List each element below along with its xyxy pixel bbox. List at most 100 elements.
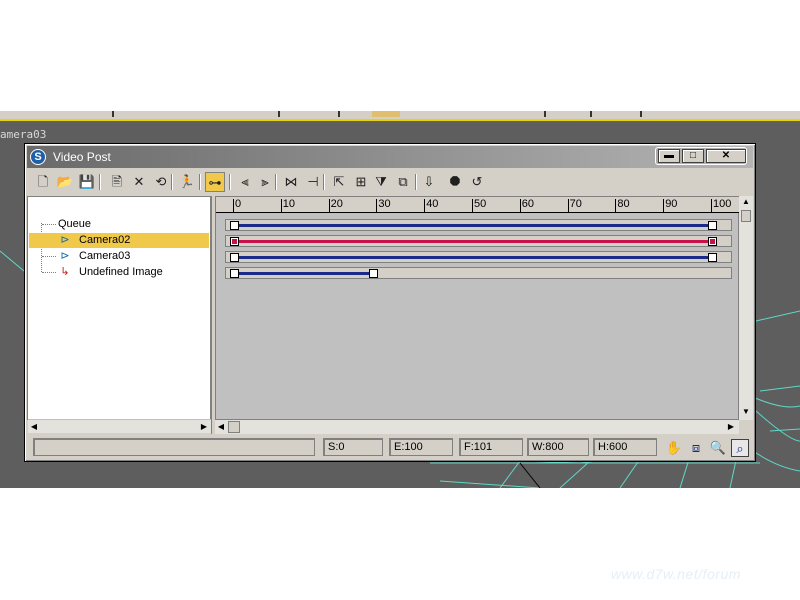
ruler-tick [376, 199, 378, 213]
ruler-tick [519, 199, 521, 213]
make-same-size-icon[interactable]: ⋈ [281, 172, 301, 192]
ruler-label: 70 [569, 198, 582, 210]
ruler-label: 30 [378, 198, 391, 210]
zoom-region-icon[interactable]: ⌕ [731, 439, 749, 457]
ruler-tick [280, 199, 282, 213]
range-end-handle[interactable] [708, 221, 717, 230]
scroll-left-icon[interactable]: ◀ [215, 421, 227, 433]
execute-sequence-icon[interactable]: 🏃 [177, 172, 197, 192]
queue-item-label: Camera02 [79, 234, 131, 246]
pan-icon[interactable]: ✋ [665, 439, 683, 457]
ruler-tick [567, 199, 569, 213]
time-ruler[interactable]: 0 10 20 30 40 50 60 70 80 90 100 [216, 197, 740, 213]
scroll-down-icon[interactable]: ▼ [740, 406, 752, 418]
image-output-event-icon: ↳ [60, 266, 70, 278]
ruler-tick [424, 199, 426, 213]
window-controls: ▬ □ ✕ [655, 147, 747, 165]
range-bar[interactable] [234, 256, 712, 259]
status-height: H:600 [593, 438, 657, 456]
align-right-icon[interactable]: ⫸ [255, 172, 275, 192]
status-bar: S:0 E:100 F:101 W:800 H:600 ✋ ⧈ 🔍 ⌕ [27, 436, 753, 460]
toolbar-separator [275, 174, 277, 190]
status-width: W:800 [527, 438, 589, 456]
queue-item-label: Undefined Image [79, 266, 163, 278]
ruler-label: 0 [235, 198, 242, 210]
toolbar-separator [171, 174, 173, 190]
range-start-handle[interactable] [230, 221, 239, 230]
3ds-max-logo-icon: S [30, 149, 46, 165]
new-sequence-icon[interactable]: 🗋 [33, 172, 53, 192]
ruler-tick [472, 199, 473, 213]
queue-tree: Queue ⊳ Camera02 ⊳ Camera03 ↳ Undefined Image… [27, 196, 212, 433]
zoom-extents-icon[interactable]: ⧈ [687, 439, 705, 457]
align-left-icon[interactable]: ⫷ [235, 172, 255, 192]
video-post-window: S Video Post ▬ □ ✕ 🗋 📂 💾 🖹 ✕ ⟲ 🏃 ⊶ ⫷ ⫸ ⋈ ⊣ ⇱ ⊞ ⧩ ⧉ ⇩ ⯃ ↺ Q… [24, 143, 756, 462]
scroll-thumb[interactable] [228, 421, 240, 433]
queue-item[interactable]: ↳ Undefined Image [29, 265, 209, 280]
track-horizontal-scrollbar[interactable]: ◀ ▶ [215, 420, 739, 434]
scene-event-icon: ⊳ [60, 234, 70, 246]
track-vertical-scrollbar[interactable]: ▲ ▼ [739, 196, 753, 420]
add-image-output-event-icon[interactable]: ⇩ [419, 172, 439, 192]
ruler-label: 50 [474, 198, 487, 210]
ruler-tick [711, 199, 712, 213]
abut-selected-icon[interactable]: ⊣ [303, 172, 323, 192]
range-start-handle[interactable] [230, 269, 239, 278]
zoom-time-icon[interactable]: 🔍 [709, 439, 727, 457]
ruler-tick [233, 199, 234, 213]
scroll-thumb[interactable] [741, 210, 751, 222]
edit-current-event-icon[interactable]: 🖹 [107, 172, 127, 192]
ruler-tick [663, 199, 665, 213]
scroll-left-icon[interactable]: ◀ [28, 421, 40, 433]
delete-current-event-icon[interactable]: ✕ [129, 172, 149, 192]
queue-item[interactable]: ⊳ Camera02 [29, 233, 209, 248]
title-bar[interactable]: S Video Post ▬ □ ✕ [27, 146, 753, 168]
range-end-handle[interactable] [708, 237, 717, 246]
add-external-event-icon[interactable]: ⯃ [445, 172, 465, 192]
range-bar[interactable] [234, 272, 373, 275]
event-track[interactable] [225, 235, 732, 247]
ruler-label: 20 [330, 198, 343, 210]
status-message [33, 438, 315, 456]
queue-item[interactable]: ⊳ Camera03 [29, 249, 209, 264]
close-button[interactable]: ✕ [706, 149, 746, 163]
handle-marker [710, 239, 715, 244]
event-track[interactable] [225, 251, 732, 263]
event-track[interactable] [225, 267, 732, 279]
tree-connector [42, 224, 56, 225]
add-scene-event-icon[interactable]: ⇱ [329, 172, 349, 192]
edit-range-bar-icon[interactable]: ⊶ [205, 172, 225, 192]
add-image-input-event-icon[interactable]: ⊞ [351, 172, 371, 192]
scroll-up-icon[interactable]: ▲ [740, 196, 752, 208]
toolbar-separator [199, 174, 201, 190]
ruler-tick [328, 199, 330, 213]
range-bar[interactable] [234, 240, 712, 243]
open-sequence-icon[interactable]: 📂 [55, 172, 75, 192]
scene-event-icon: ⊳ [60, 250, 70, 262]
ruler-label: 60 [521, 198, 535, 210]
save-sequence-icon[interactable]: 💾 [77, 172, 97, 192]
range-bar[interactable] [234, 224, 712, 227]
status-end-frame: E:100 [389, 438, 453, 456]
add-image-filter-event-icon[interactable]: ⧩ [371, 172, 391, 192]
swap-events-icon[interactable]: ⟲ [151, 172, 171, 192]
toolbar-separator [323, 174, 325, 190]
range-end-handle[interactable] [368, 269, 378, 278]
maximize-button[interactable]: □ [682, 149, 704, 163]
window-title: Video Post [53, 150, 111, 164]
range-end-handle[interactable] [708, 253, 717, 262]
queue-root[interactable]: Queue [58, 217, 91, 232]
ruler-label: 10 [282, 198, 296, 210]
range-start-handle[interactable] [230, 253, 239, 262]
scroll-right-icon[interactable]: ▶ [198, 421, 210, 433]
ruler-label: 90 [665, 198, 678, 210]
scroll-right-icon[interactable]: ▶ [725, 421, 737, 433]
event-track[interactable] [225, 219, 732, 231]
add-loop-event-icon[interactable]: ↺ [467, 172, 487, 192]
queue-horizontal-scrollbar[interactable]: ◀ ▶ [28, 419, 212, 433]
minimize-button[interactable]: ▬ [658, 149, 680, 163]
ruler-tick [615, 199, 617, 213]
add-image-layer-event-icon[interactable]: ⧉ [393, 172, 413, 192]
toolbar-separator [99, 174, 101, 190]
range-start-handle[interactable] [230, 237, 239, 246]
